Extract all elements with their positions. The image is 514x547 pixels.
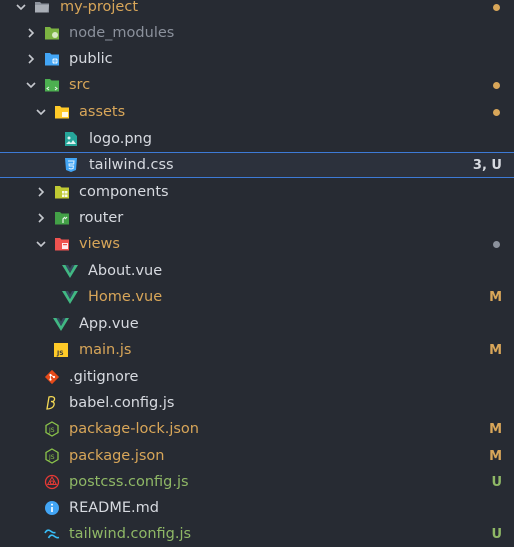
css-file-icon xyxy=(63,157,79,173)
tree-item-label: App.vue xyxy=(79,316,139,332)
vue-file-icon xyxy=(62,263,78,279)
git-status-badge: 3, U xyxy=(472,157,502,173)
chevron-right-icon xyxy=(24,26,38,40)
tree-file-home-vue[interactable]: Home.vue M xyxy=(0,284,514,310)
tree-file-package-json[interactable]: JS package.json M xyxy=(0,443,514,469)
tree-folder-my-project[interactable]: my-project xyxy=(0,0,514,20)
tree-item-label: tailwind.css xyxy=(89,157,174,173)
tree-file-app-vue[interactable]: App.vue xyxy=(0,311,514,337)
tree-item-label: package-lock.json xyxy=(69,421,199,437)
nodejs-file-icon: JS xyxy=(44,421,60,437)
git-status-badge: M xyxy=(489,342,502,358)
tree-folder-components[interactable]: components xyxy=(0,179,514,205)
tree-folder-node-modules[interactable]: node_modules xyxy=(0,20,514,46)
nodejs-file-icon: JS xyxy=(44,448,60,464)
javascript-file-icon: JS xyxy=(53,342,69,358)
chevron-down-icon xyxy=(34,105,48,119)
chevron-down-icon xyxy=(14,0,28,14)
src-folder-open-icon xyxy=(44,77,60,93)
tree-item-label: assets xyxy=(79,104,126,120)
nodejs-folder-icon xyxy=(44,25,60,41)
tree-folder-assets[interactable]: assets xyxy=(0,99,514,125)
tree-folder-src[interactable]: src xyxy=(0,72,514,98)
tree-item-label: main.js xyxy=(79,342,132,358)
tree-item-label: About.vue xyxy=(88,263,163,279)
tree-item-label: Home.vue xyxy=(88,289,163,305)
tree-folder-router[interactable]: router xyxy=(0,205,514,231)
postcss-file-icon xyxy=(44,474,60,490)
chevron-down-icon xyxy=(24,78,38,92)
tailwind-file-icon xyxy=(44,526,60,542)
tree-item-label: postcss.config.js xyxy=(69,474,189,490)
tree-item-label: package.json xyxy=(69,448,165,464)
tree-item-label: .gitignore xyxy=(69,369,139,385)
tree-item-label: src xyxy=(69,77,91,93)
tree-item-label: my-project xyxy=(60,0,139,15)
tree-file-tailwind-config-js[interactable]: tailwind.config.js U xyxy=(0,521,514,547)
svg-text:JS: JS xyxy=(48,427,55,434)
chevron-right-icon xyxy=(24,52,38,66)
tree-item-label: node_modules xyxy=(69,25,175,41)
tree-folder-views[interactable]: views xyxy=(0,231,514,257)
tree-item-label: logo.png xyxy=(89,131,152,147)
tree-item-label: components xyxy=(79,184,169,200)
chevron-right-icon xyxy=(34,211,48,225)
tree-file-readme-md[interactable]: README.md xyxy=(0,495,514,521)
tree-item-label: router xyxy=(79,210,124,226)
chevron-down-icon xyxy=(34,237,48,251)
modified-dot xyxy=(493,108,500,116)
router-folder-icon xyxy=(54,210,70,226)
assets-folder-open-icon xyxy=(54,104,70,120)
modified-dot xyxy=(493,3,500,11)
git-status-badge: M xyxy=(489,289,502,305)
git-file-icon xyxy=(44,369,60,385)
git-status-badge: M xyxy=(489,421,502,437)
tree-item-label: README.md xyxy=(69,500,159,516)
svg-text:JS: JS xyxy=(48,454,55,461)
components-folder-icon xyxy=(54,184,70,200)
tree-item-label: babel.config.js xyxy=(69,395,175,411)
tree-file-main-js[interactable]: JS main.js M xyxy=(0,337,514,363)
tree-file-tailwind-css[interactable]: tailwind.css 3, U xyxy=(0,152,514,178)
vue-file-icon xyxy=(62,289,78,305)
git-status-badge: U xyxy=(491,526,502,542)
modified-dot xyxy=(493,81,500,89)
tree-item-label: public xyxy=(69,51,113,67)
chevron-right-icon xyxy=(34,185,48,199)
tree-item-label: tailwind.config.js xyxy=(69,526,192,542)
image-file-icon xyxy=(63,131,79,147)
babel-file-icon xyxy=(44,395,60,411)
tree-file-about-vue[interactable]: About.vue xyxy=(0,258,514,284)
tree-item-label: views xyxy=(79,236,120,252)
svg-text:JS: JS xyxy=(56,350,64,357)
info-file-icon xyxy=(44,500,60,516)
vue-file-icon xyxy=(53,316,69,332)
folder-open-icon xyxy=(34,0,50,15)
tree-folder-public[interactable]: public xyxy=(0,46,514,72)
public-folder-icon xyxy=(44,51,60,67)
file-explorer-tree: my-project node_modules public src asset… xyxy=(0,0,514,547)
tree-file-postcss-config-js[interactable]: postcss.config.js U xyxy=(0,469,514,495)
views-folder-open-icon xyxy=(54,236,70,252)
git-status-badge: U xyxy=(491,474,502,490)
tree-file-babel-config-js[interactable]: babel.config.js xyxy=(0,390,514,416)
status-dot xyxy=(493,240,500,248)
git-status-badge: M xyxy=(489,448,502,464)
tree-file-gitignore[interactable]: .gitignore xyxy=(0,364,514,390)
tree-file-logo-png[interactable]: logo.png xyxy=(0,126,514,152)
tree-file-package-lock-json[interactable]: JS package-lock.json M xyxy=(0,416,514,442)
